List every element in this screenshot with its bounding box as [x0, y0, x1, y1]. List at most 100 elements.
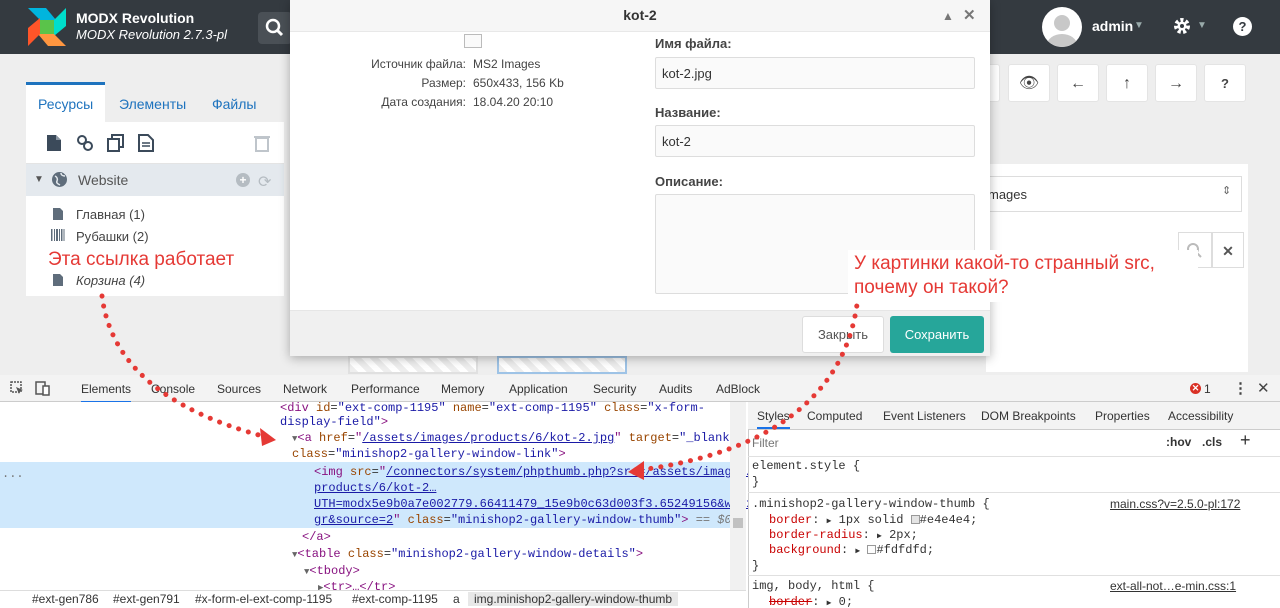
detail-label: Дата создания: [381, 95, 466, 109]
chevron-down-icon[interactable]: ▼ [1197, 20, 1207, 31]
tab-dom-breakpoints[interactable]: DOM Breakpoints [981, 409, 1076, 423]
dom-line[interactable]: ▼<table class="minishop2-gallery-window-… [292, 546, 643, 563]
tab-memory[interactable]: Memory [441, 382, 484, 396]
annotation-right-line2: почему он такой? [854, 277, 1009, 298]
tab-event-listeners[interactable]: Event Listeners [883, 409, 966, 423]
dom-line[interactable]: display-field"> [280, 414, 388, 430]
up-button[interactable]: ↑ [1106, 64, 1148, 102]
tab-console[interactable]: Console [151, 382, 195, 396]
breadcrumb-item[interactable]: #ext-gen791 [113, 592, 180, 606]
css-source-link[interactable]: main.css?v=2.5.0-pl:172 [1110, 497, 1240, 511]
node-ellipsis[interactable]: ... [2, 466, 24, 482]
context-website[interactable]: Website [78, 172, 128, 188]
dom-line[interactable]: products/6/kot-2… [314, 480, 436, 496]
dom-line[interactable]: class="minishop2-gallery-window-link"> [292, 446, 566, 462]
collapse-icon[interactable]: ▲ [942, 9, 954, 23]
more-options-icon[interactable]: ⋮ [1233, 379, 1248, 397]
modx-logo-icon[interactable] [26, 6, 68, 48]
inspect-icon[interactable] [10, 381, 24, 395]
tab-elements[interactable]: Элементы [107, 82, 198, 122]
tree-item[interactable]: Главная (1) [76, 207, 145, 222]
divider [748, 575, 1280, 576]
help-button[interactable]: ? [1204, 64, 1246, 102]
breadcrumb-item[interactable]: #ext-comp-1195 [352, 592, 438, 606]
tree-item[interactable]: Корзина (4) [76, 273, 145, 288]
tab-elements[interactable]: Elements [81, 382, 132, 403]
color-swatch[interactable] [910, 515, 920, 524]
name-field[interactable] [655, 125, 975, 157]
add-icon[interactable]: + [236, 173, 250, 187]
close-icon[interactable]: ✕ [963, 6, 976, 24]
clear-icon[interactable]: ✕ [1212, 232, 1244, 268]
help-icon[interactable]: ? [1233, 17, 1252, 36]
dom-line[interactable]: UTH=modx5e9b0a7e002779.66411479_15e9b0c6… [314, 496, 768, 512]
new-document-icon[interactable] [46, 134, 62, 152]
tab-resources[interactable]: Ресурсы [26, 82, 106, 122]
chevron-updown-icon[interactable]: ⇕ [1222, 184, 1231, 197]
gallery-thumb[interactable] [497, 356, 627, 374]
caret-down-icon[interactable]: ▼ [34, 174, 44, 185]
gallery-thumb[interactable] [348, 356, 478, 374]
view-button[interactable]: 👁 [1008, 64, 1050, 102]
tab-files[interactable]: Файлы [200, 82, 268, 122]
dom-line[interactable]: ▼<a href="/assets/images/products/6/kot-… [292, 430, 737, 447]
css-declaration[interactable]: background: ▶ #fdfdfd; [769, 542, 934, 560]
filename-field[interactable] [655, 57, 975, 89]
chevron-down-icon[interactable]: ▼ [1134, 20, 1144, 31]
css-selector[interactable]: .minishop2-gallery-window-thumb { [752, 496, 990, 512]
close-devtools-icon[interactable]: ✕ [1257, 379, 1270, 397]
scroll-thumb[interactable] [733, 518, 743, 528]
tab-audits[interactable]: Audits [659, 382, 692, 396]
breadcrumb-item-active[interactable]: img.minishop2-gallery-window-thumb [468, 592, 679, 606]
dom-line[interactable]: <img src="/connectors/system/phpthumb.ph… [314, 464, 753, 480]
trash-icon[interactable] [254, 134, 270, 152]
error-count[interactable]: 1 [1204, 382, 1211, 396]
eye-icon: 👁 [1018, 75, 1040, 92]
css-declaration[interactable]: border: ▶ 0; [769, 594, 853, 608]
description-label: Описание: [655, 174, 723, 189]
avatar[interactable] [1042, 7, 1082, 47]
search-button[interactable] [258, 12, 292, 44]
dom-line[interactable]: </a> [302, 529, 331, 545]
tab-accessibility[interactable]: Accessibility [1168, 409, 1233, 423]
class-toggle[interactable]: .cls [1202, 435, 1222, 449]
link-icon[interactable] [76, 134, 94, 152]
gear-icon[interactable] [1172, 16, 1192, 36]
close-button[interactable]: Закрыть [802, 316, 884, 353]
tab-computed[interactable]: Computed [807, 409, 862, 423]
hover-state-toggle[interactable]: :hov [1166, 435, 1191, 449]
tab-sources[interactable]: Sources [217, 382, 261, 396]
tab-network[interactable]: Network [283, 382, 327, 396]
css-source-link[interactable]: ext-all-not…e-min.css:1 [1110, 579, 1236, 593]
styles-filter-input[interactable] [752, 434, 1152, 452]
brand-name: MODX Revolution [76, 10, 195, 26]
search-icon [265, 18, 284, 37]
tree-item[interactable]: Рубашки (2) [76, 229, 149, 244]
add-rule-icon[interactable]: + [1240, 430, 1251, 451]
username[interactable]: admin [1092, 18, 1133, 34]
forward-button[interactable]: → [1155, 64, 1197, 102]
copy-icon[interactable] [107, 134, 125, 152]
breadcrumb-item[interactable]: #ext-gen786 [32, 592, 99, 606]
tab-adblock[interactable]: AdBlock [716, 382, 760, 396]
tab-application[interactable]: Application [509, 382, 568, 396]
broken-image-icon[interactable] [464, 34, 482, 48]
save-button[interactable]: Сохранить [890, 316, 984, 353]
arrow-left-icon: ← [1070, 75, 1086, 92]
css-selector[interactable]: img, body, html { [752, 578, 874, 594]
dom-line[interactable]: gr&source=2" class="minishop2-gallery-wi… [314, 512, 732, 528]
refresh-icon[interactable]: ⟳ [258, 172, 271, 192]
css-selector[interactable]: element.style { [752, 458, 860, 474]
dom-line[interactable]: ▼<tbody> [304, 563, 360, 580]
error-icon[interactable]: ✕ [1190, 383, 1201, 394]
breadcrumb-item[interactable]: a [453, 592, 460, 606]
tab-performance[interactable]: Performance [351, 382, 420, 396]
tab-security[interactable]: Security [593, 382, 636, 396]
device-toggle-icon[interactable] [35, 380, 51, 396]
static-resource-icon[interactable] [138, 134, 154, 152]
back-button[interactable]: ← [1057, 64, 1099, 102]
tab-properties[interactable]: Properties [1095, 409, 1150, 423]
breadcrumb-item[interactable]: #x-form-el-ext-comp-1195 [195, 592, 332, 606]
dom-scrollbar[interactable] [730, 402, 746, 590]
tab-styles[interactable]: Styles [757, 409, 790, 429]
